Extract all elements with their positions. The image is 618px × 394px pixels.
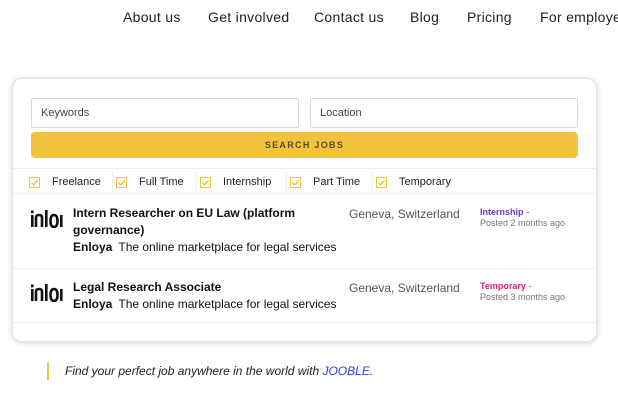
filter-freelance[interactable]: Freelance bbox=[29, 169, 101, 195]
job-company: Enloya The online marketplace for legal s… bbox=[73, 239, 336, 255]
enloya-logo-icon bbox=[31, 284, 63, 302]
jooble-link[interactable]: JOOBLE bbox=[322, 364, 369, 378]
company-tagline: The online marketplace for legal service… bbox=[118, 240, 337, 254]
filter-internship[interactable]: Internship bbox=[196, 169, 272, 195]
job-type-label: Temporary bbox=[480, 281, 526, 291]
job-location: Geneva, Switzerland bbox=[349, 207, 460, 221]
job-type-label: Internship bbox=[480, 207, 524, 217]
checkbox-freelance[interactable] bbox=[29, 176, 40, 188]
filter-divider bbox=[196, 172, 197, 192]
checkbox-internship[interactable] bbox=[200, 176, 211, 188]
credit-text: Find your perfect job anywhere in the wo… bbox=[65, 364, 323, 378]
filter-label: Freelance bbox=[52, 176, 101, 188]
job-search-card: SEARCH JOBS Freelance Full Time Internsh… bbox=[12, 78, 597, 342]
filter-divider bbox=[372, 172, 373, 192]
filter-full-time[interactable]: Full Time bbox=[112, 169, 184, 195]
top-navigation: About us Get involved Contact us Blog Pr… bbox=[0, 9, 618, 27]
nav-about-us[interactable]: About us bbox=[123, 9, 181, 25]
search-jobs-button[interactable]: SEARCH JOBS bbox=[31, 132, 578, 158]
checkmark-icon bbox=[30, 179, 39, 186]
job-location: Geneva, Switzerland bbox=[349, 281, 460, 295]
job-title[interactable]: Legal Research Associate bbox=[73, 279, 323, 296]
company-tagline: The online marketplace for legal service… bbox=[118, 297, 337, 311]
filter-label: Temporary bbox=[399, 176, 451, 188]
jooble-credit: Find your perfect job anywhere in the wo… bbox=[47, 362, 373, 380]
filter-divider bbox=[112, 172, 113, 192]
filter-label: Internship bbox=[223, 176, 272, 188]
job-type-badge: Temporary - bbox=[480, 281, 532, 291]
filter-part-time[interactable]: Part Time bbox=[286, 169, 361, 195]
location-input[interactable] bbox=[310, 98, 578, 128]
nav-pricing[interactable]: Pricing bbox=[467, 9, 512, 25]
checkmark-icon bbox=[201, 179, 210, 186]
job-listing[interactable]: Legal Research Associate Enloya The onlin… bbox=[13, 269, 596, 323]
job-company: Enloya The online marketplace for legal s… bbox=[73, 296, 336, 312]
enloya-logo-icon bbox=[31, 210, 63, 228]
checkbox-part-time[interactable] bbox=[290, 176, 301, 188]
credit-suffix: . bbox=[369, 364, 374, 378]
job-title[interactable]: Intern Researcher on EU Law (platform go… bbox=[73, 205, 323, 239]
company-name: Enloya bbox=[73, 240, 113, 254]
job-posted-date: Posted 3 months ago bbox=[480, 292, 566, 302]
filter-label: Full Time bbox=[139, 176, 184, 188]
job-type-filters: Freelance Full Time Internship Part Time… bbox=[13, 168, 596, 195]
company-name: Enloya bbox=[73, 297, 113, 311]
checkbox-full-time[interactable] bbox=[116, 176, 127, 188]
filter-label: Part Time bbox=[313, 176, 361, 188]
checkmark-icon bbox=[291, 179, 300, 186]
job-posted-date: Posted 2 months ago bbox=[480, 218, 566, 228]
nav-blog[interactable]: Blog bbox=[410, 9, 439, 25]
nav-contact-us[interactable]: Contact us bbox=[314, 9, 384, 25]
checkmark-icon bbox=[377, 179, 386, 186]
keywords-input[interactable] bbox=[31, 98, 299, 128]
job-type-badge: Internship - bbox=[480, 207, 530, 217]
checkmark-icon bbox=[117, 179, 126, 186]
nav-for-employer[interactable]: For employer bbox=[540, 9, 618, 25]
nav-get-involved[interactable]: Get involved bbox=[208, 9, 289, 25]
filter-divider bbox=[286, 172, 287, 192]
job-listing[interactable]: Intern Researcher on EU Law (platform go… bbox=[13, 195, 596, 269]
filter-temporary[interactable]: Temporary bbox=[372, 169, 451, 195]
checkbox-temporary[interactable] bbox=[376, 176, 387, 188]
